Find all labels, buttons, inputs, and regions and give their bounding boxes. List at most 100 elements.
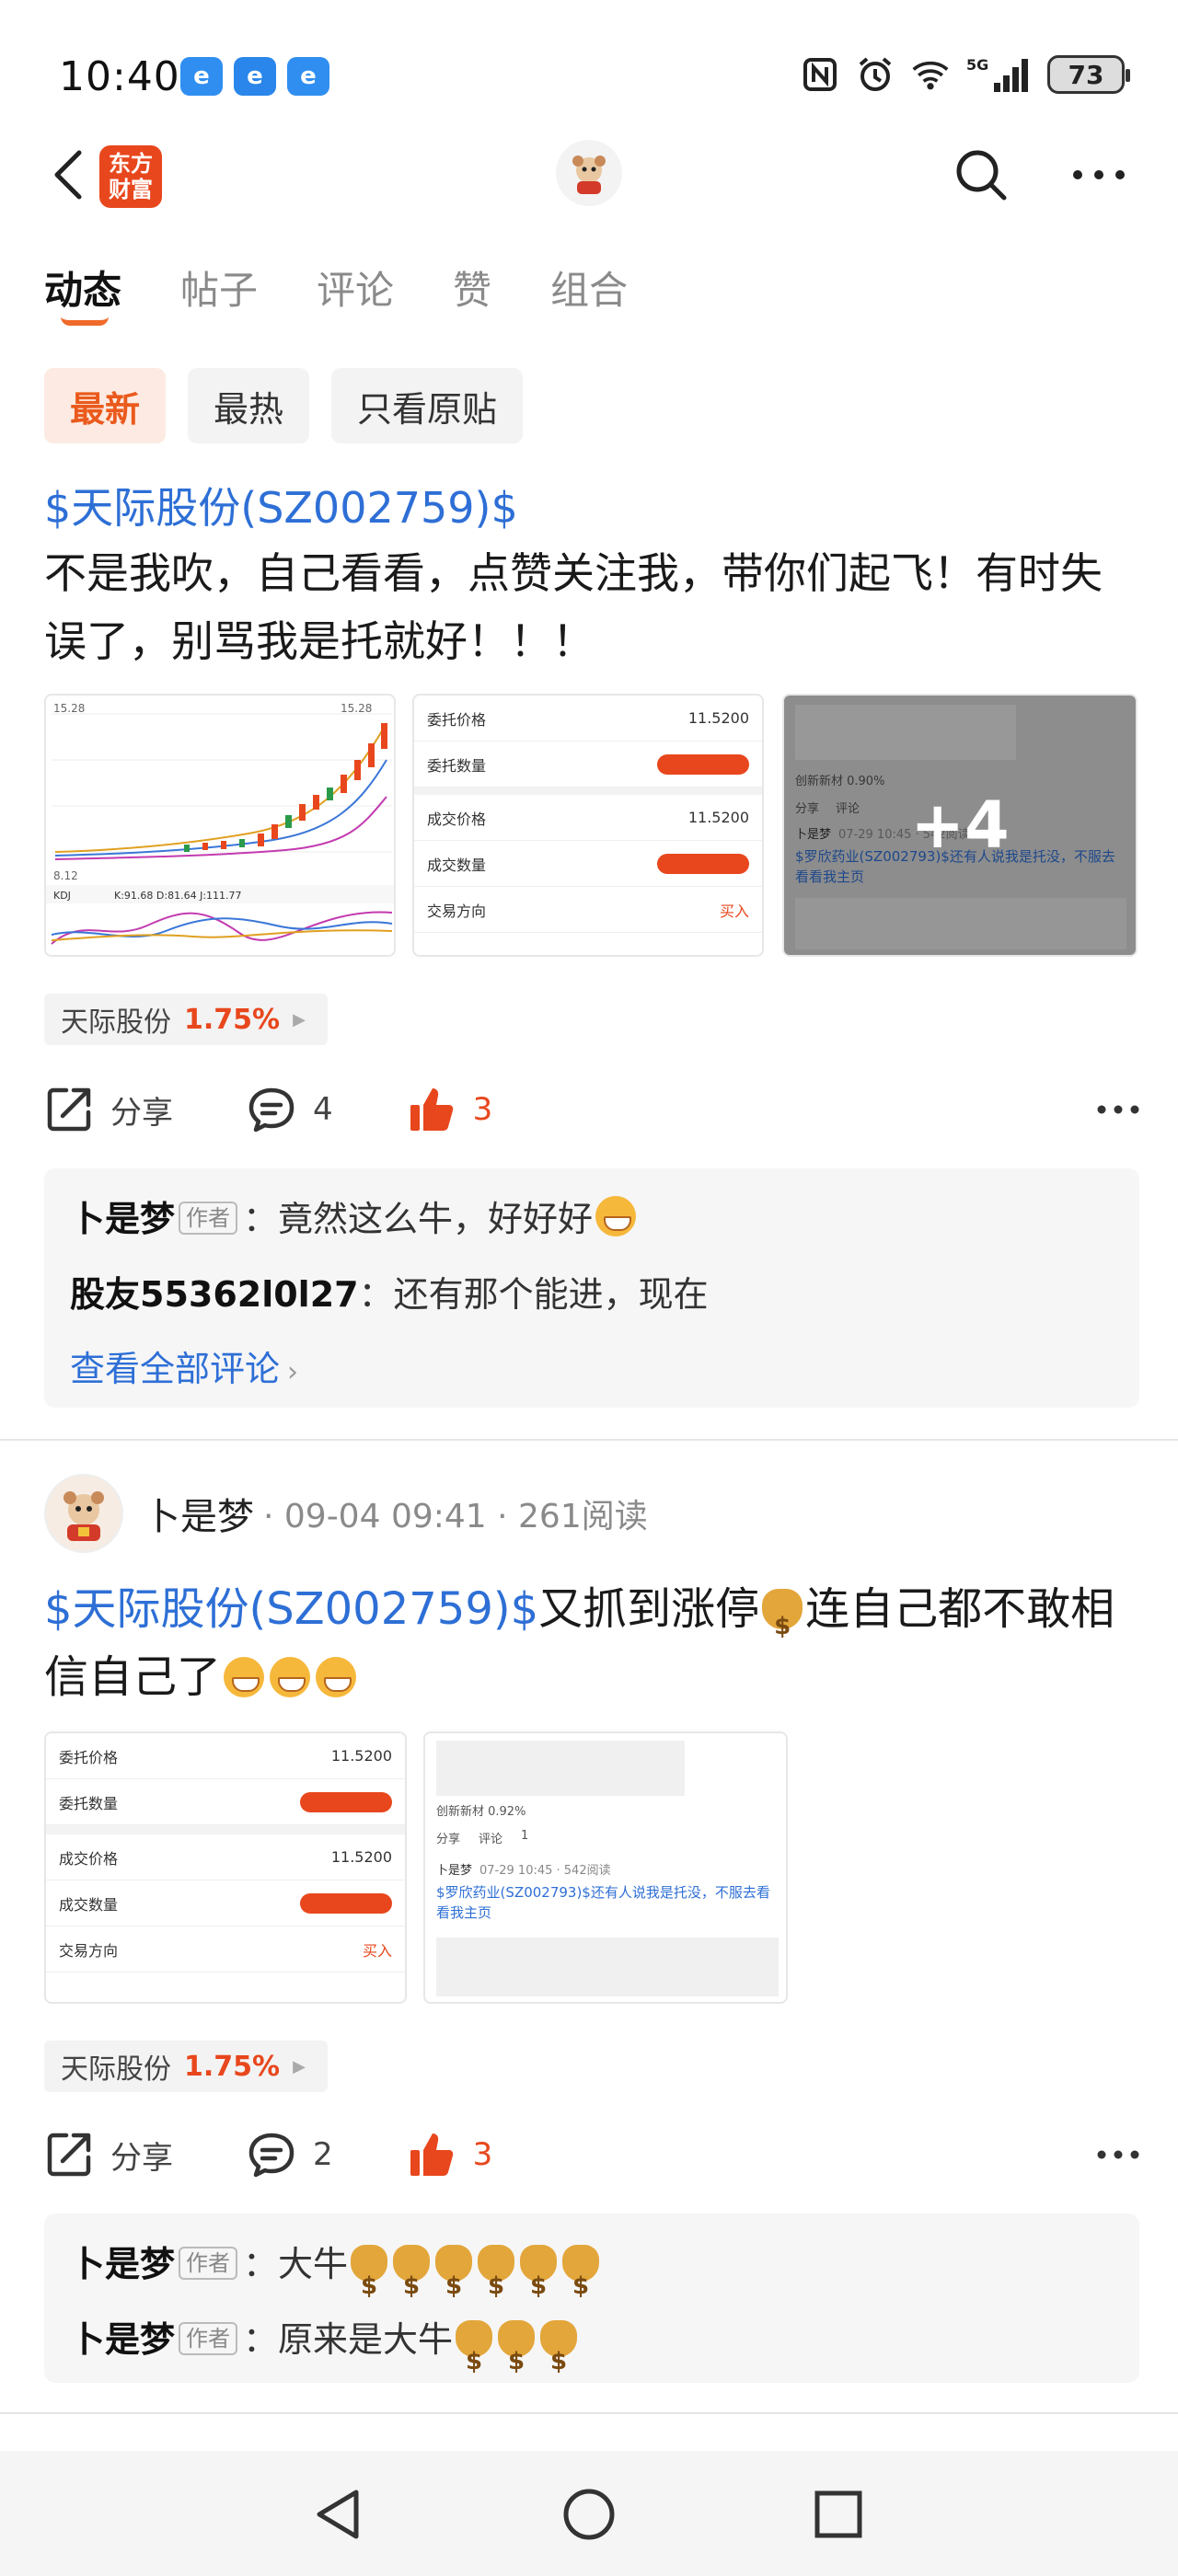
screenshot-text: 分享 [436, 1833, 461, 1846]
like-button[interactable]: 3 [407, 1085, 492, 1134]
redacted-scribble [300, 1892, 392, 1914]
comment-button[interactable]: 2 [247, 2130, 333, 2179]
tab-label: 评论 [317, 268, 395, 313]
filter-latest[interactable]: 最新 [44, 368, 167, 443]
screenshot-author: 卜是梦 07-29 10:45 · 542阅读 [436, 1860, 611, 1878]
tab-posts[interactable]: 帖子 [180, 259, 258, 316]
grin-emoji-icon [595, 1196, 637, 1236]
tab-label: 帖子 [180, 268, 259, 313]
author-avatar[interactable] [44, 1474, 123, 1553]
tab-likes[interactable]: 赞 [453, 259, 491, 316]
share-button[interactable]: 分享 [44, 2130, 173, 2179]
comment-text: 大牛 [278, 2244, 349, 2284]
play-triangle-icon: ▶ [293, 1009, 306, 1029]
screenshot-text: 创新新材 0.92% [436, 1805, 526, 1819]
app-notification-icon: e [234, 57, 276, 96]
comment-count: 4 [313, 1091, 333, 1128]
chevron-right-icon: › [287, 1356, 299, 1388]
comment-author[interactable]: 卜是梦 [70, 2244, 175, 2284]
tab-dynamic[interactable]: 动态 [44, 259, 121, 326]
system-home-button[interactable] [557, 2482, 621, 2547]
share-label: 分享 [110, 2139, 173, 2177]
post-actions: 分享 2 3 [44, 2118, 1139, 2191]
post-body[interactable]: $天际股份(SZ002759)$又抓到涨停连自己都不敢相信自己了 [44, 1575, 1139, 1711]
system-back-button[interactable] [306, 2482, 370, 2547]
thumbs-up-icon [407, 2130, 456, 2179]
comment-author[interactable]: 股友55362l0l27 [70, 1274, 359, 1315]
post-image-more[interactable]: 创新新材 0.90% 分享 评论 卜是梦 07-29 10:45 · 542阅读… [782, 694, 1138, 957]
search-button[interactable] [948, 142, 1014, 208]
share-label: 分享 [110, 1094, 173, 1132]
order-row: 成交价格 11.5200 [414, 795, 762, 841]
money-bag-emoji-icon [351, 2245, 388, 2324]
alarm-icon [856, 55, 895, 94]
filter-hottest[interactable]: 最热 [188, 368, 310, 443]
screenshot-text: $罗欣药业(SZ002793)$还有人说我是托没，不服去看看我主页 [436, 1884, 770, 1921]
share-icon [44, 2130, 94, 2179]
post-body[interactable]: 不是我吹，自己看看，点赞关注我，带你们起飞！有时失误了，别骂我是托就好！！！ [44, 539, 1139, 675]
redacted-scribble [657, 753, 749, 775]
post-image-order[interactable]: 委托价格 11.5200 委托数量 成交价格 11.5200 成交数量 交易方向 买入 [44, 1731, 407, 2004]
chart-high-label: 15.28 [341, 702, 372, 715]
status-system-icons: 5G 73 [801, 55, 1130, 94]
app-notification-icon: e [287, 57, 329, 96]
system-recents-button[interactable] [806, 2482, 871, 2547]
chart-high-label: 15.28 [53, 702, 85, 715]
order-label: 成交价格 [427, 810, 487, 828]
order-row: 交易方向 买入 [414, 887, 762, 933]
order-value: 11.5200 [330, 1747, 392, 1765]
view-all-comments-link[interactable]: 查看全部评论 › [70, 1332, 1114, 1409]
more-options-button[interactable] [1066, 142, 1132, 208]
screenshot-content [436, 1938, 779, 1996]
grin-emoji-icon [270, 1657, 311, 1697]
stock-tag[interactable]: 天际股份 1.75% ▶ [44, 2041, 328, 2092]
back-button[interactable] [40, 145, 96, 204]
post-more-button[interactable] [1097, 2146, 1139, 2164]
screenshot-content [436, 1741, 685, 1796]
post-stock-link[interactable]: $天际股份(SZ002759)$ [44, 475, 518, 535]
author-name[interactable]: 卜是梦 [144, 1487, 254, 1540]
money-bag-emoji-icon [393, 2245, 431, 2324]
share-button[interactable]: 分享 [44, 1085, 173, 1134]
post-more-button[interactable] [1097, 1101, 1139, 1119]
stock-tag-name: 天际股份 [61, 2053, 171, 2086]
post-image-order[interactable]: 委托价格 11.5200 委托数量 成交价格 11.5200 成交数量 交易方向 买入 [412, 694, 764, 957]
screenshot-text: 评论 [479, 1833, 503, 1846]
comment-item[interactable]: 卜是梦 作者 ：竟然这么牛，好好好 [70, 1181, 1114, 1257]
money-bag-emoji-icon [520, 2245, 558, 2324]
filter-original-only[interactable]: 只看原贴 [331, 368, 524, 443]
share-icon [44, 1085, 94, 1134]
filter-chips: 最新 最热 只看原贴 [44, 368, 524, 443]
post-actions: 分享 4 3 [44, 1073, 1139, 1146]
comments-preview: 卜是梦 作者 ：竟然这么牛，好好好 股友55362l0l27：还有那个能进，现在 查… [44, 1168, 1139, 1408]
svg-text:5G: 5G [966, 56, 988, 74]
status-notification-icons: e e e [180, 57, 329, 96]
order-label: 委托数量 [427, 756, 487, 775]
like-button[interactable]: 3 [407, 2130, 492, 2179]
order-value: 11.5200 [687, 709, 749, 727]
redacted-scribble [657, 853, 749, 874]
comment-item[interactable]: 卜是梦 作者 ：大牛 [70, 2226, 1114, 2324]
order-row: 成交价格 11.5200 [46, 1834, 405, 1880]
redacted-scribble [300, 1791, 392, 1812]
comment-button[interactable]: 4 [247, 1085, 333, 1134]
post-image-chart[interactable]: 15.28 15.28 8.12 KDJ K:91.68 D:81.64 J:1… [44, 694, 396, 957]
user-avatar[interactable] [556, 140, 622, 206]
order-value: 买入 [362, 1941, 392, 1960]
comment-author[interactable]: 卜是梦 [70, 1199, 175, 1239]
circle-home-icon [563, 2489, 615, 2540]
stock-tag[interactable]: 天际股份 1.75% ▶ [44, 994, 328, 1045]
comment-author[interactable]: 卜是梦 [70, 2319, 175, 2360]
money-bag-emoji-icon [562, 2245, 600, 2324]
post-stock-link[interactable]: $天际股份(SZ002759)$ [44, 1583, 538, 1635]
order-row: 委托数量 [414, 742, 762, 788]
comment-item[interactable]: 股友55362l0l27：还有那个能进，现在 [70, 1257, 1114, 1332]
tab-portfolio[interactable]: 组合 [550, 259, 628, 316]
eastmoney-logo[interactable]: 东方 财富 [99, 145, 162, 208]
more-dots-icon [1097, 2150, 1139, 2158]
tab-comments[interactable]: 评论 [317, 259, 394, 316]
play-triangle-icon: ▶ [293, 2056, 306, 2076]
order-row: 成交数量 [414, 841, 762, 887]
author-badge: 作者 [179, 1202, 238, 1235]
post-image-screenshot[interactable]: 创新新材 0.92% 分享 评论 1 卜是梦 07-29 10:45 · 542… [423, 1731, 788, 2004]
